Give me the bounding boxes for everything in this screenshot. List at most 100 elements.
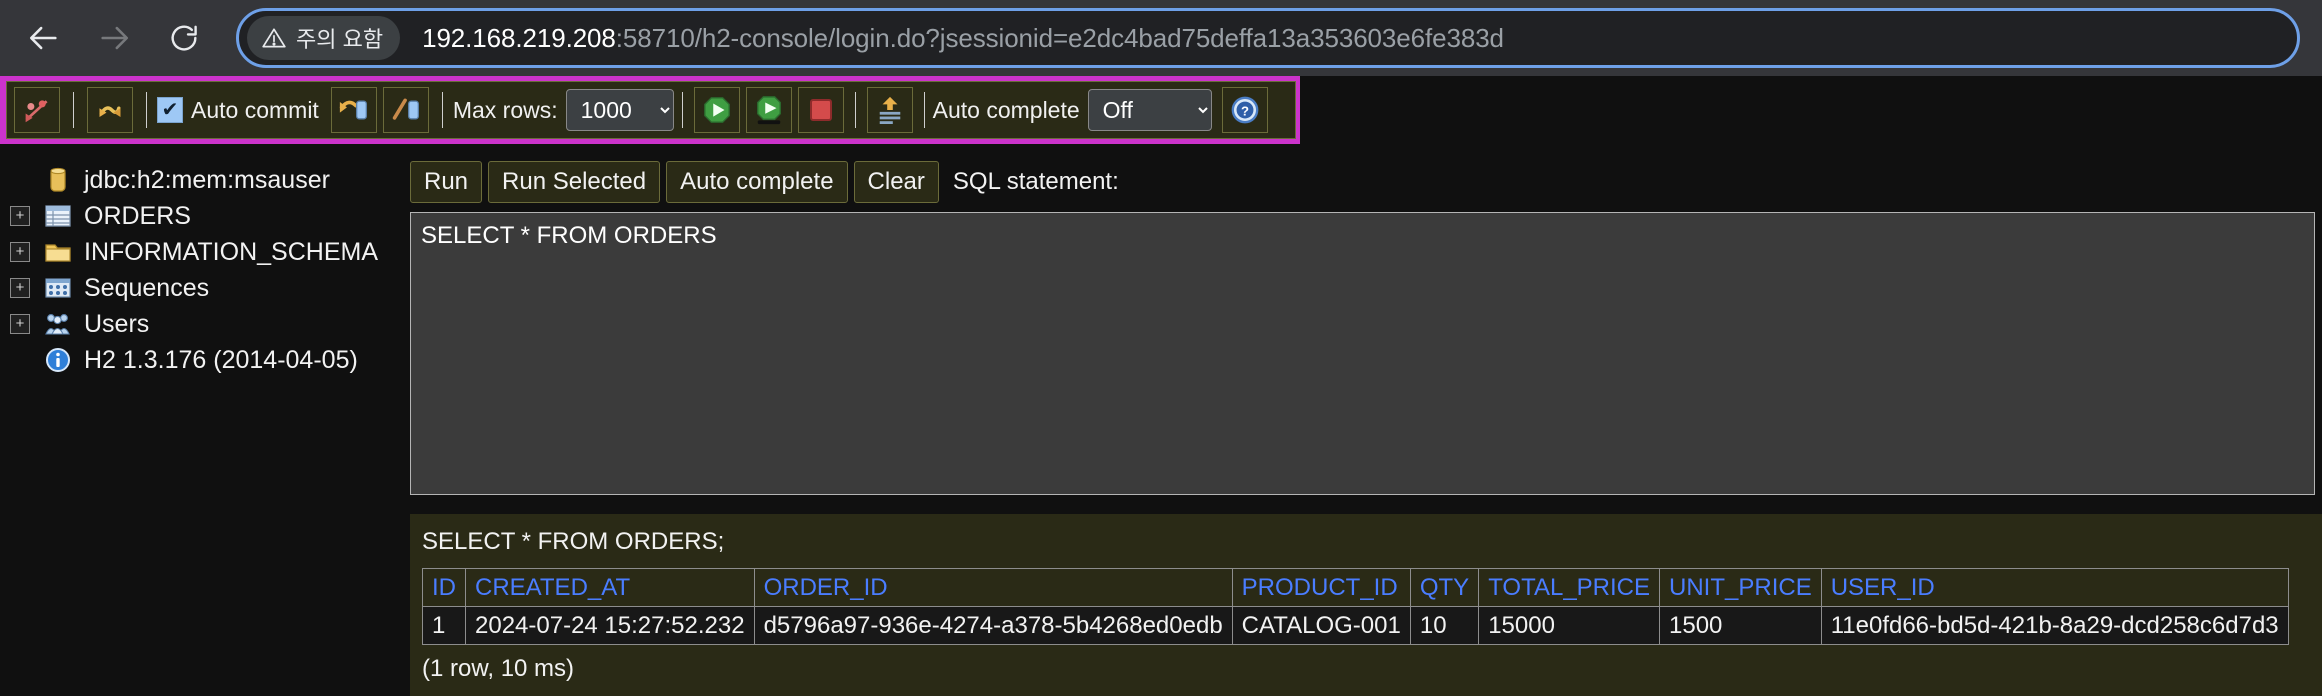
sql-statement-input[interactable] [410,212,2315,495]
run-button[interactable]: Run [410,161,483,203]
users-icon [44,311,72,337]
sidebar-item-sequences[interactable]: + Sequences [0,270,405,306]
cell-order-id: d5796a97-936e-4274-a378-5b4268ed0edb [753,606,1233,645]
run-icon [703,97,730,123]
tree-expander-placeholder [10,350,30,370]
help-button[interactable]: ? [1221,87,1268,133]
commit-button[interactable] [330,87,377,133]
cell-user-id: 11e0fd66-bd5d-421b-8a29-dcd258c6d7d3 [1820,606,2289,645]
security-status-label: 주의 요함 [296,27,384,52]
sql-panel: Run Run Selected Auto complete Clear SQL… [405,144,2322,696]
toolbar-separator-5 [854,92,856,128]
toolbar-separator-4 [681,92,683,128]
auto-complete-select[interactable]: Off [1087,89,1212,131]
result-status: (1 row, 10 ms) [422,655,575,682]
cell-qty: 10 [1409,606,1480,645]
run-selected-toolbar-button[interactable] [745,87,792,133]
max-rows-label: Max rows: [452,96,558,123]
toolbar-separator-3 [441,92,443,128]
sequences-icon [44,275,72,301]
sidebar-item-label: ORDERS [84,201,191,230]
sidebar-item-label: Sequences [84,273,210,302]
url-host: 192.168.219.208 [422,22,616,53]
main-area: jdbc:h2:mem:msauser + ORDERS + INFORMATI… [0,144,2322,696]
refresh-button[interactable] [87,87,133,133]
column-header-total-price[interactable]: TOTAL_PRICE [1478,568,1661,607]
sidebar-item-label: INFORMATION_SCHEMA [84,237,378,266]
tree-expander-information-schema[interactable]: + [10,242,30,262]
table-icon [44,203,72,229]
column-header-id[interactable]: ID [422,568,466,607]
column-header-order-id[interactable]: ORDER_ID [753,568,1233,607]
auto-commit-checkbox[interactable]: ✔ [157,97,183,123]
url-text[interactable]: 192.168.219.208:58710/h2-console/login.d… [422,23,1504,54]
rollback-button[interactable] [382,87,429,133]
sidebar-item-label: H2 1.3.176 (2014-04-05) [84,345,358,374]
clear-output-icon [879,96,900,124]
tree-expander-orders[interactable]: + [10,206,30,226]
result-table: ID CREATED_AT ORDER_ID PRODUCT_ID QTY TO… [422,568,2289,645]
back-button[interactable] [18,12,70,64]
toolbar-separator-1 [73,92,74,128]
toolbar-separator-2 [146,92,147,128]
database-icon [44,167,72,193]
result-query-echo: SELECT * FROM ORDERS; [422,528,725,555]
cell-total-price: 15000 [1478,606,1661,645]
refresh-icon [99,106,121,117]
cell-product-id: CATALOG-001 [1231,606,1411,645]
browser-chrome: 주의 요함 192.168.219.208:58710/h2-console/l… [0,0,2322,76]
help-icon: ? [1231,96,1259,124]
table-header-row: ID CREATED_AT ORDER_ID PRODUCT_ID QTY TO… [422,568,2289,607]
stop-button[interactable] [797,87,844,133]
cell-unit-price: 1500 [1659,606,1822,645]
h2-toolbar-inner: ✔ Auto commit Max rows: 1000 Auto comple… [6,81,1296,139]
sidebar-item-information-schema[interactable]: + INFORMATION_SCHEMA [0,234,405,270]
column-header-user-id[interactable]: USER_ID [1820,568,2289,607]
sidebar-item-label: jdbc:h2:mem:msauser [84,165,330,194]
column-header-created-at[interactable]: CREATED_AT [465,568,755,607]
clear-button[interactable]: Clear [853,161,939,203]
sidebar-item-label: Users [84,309,150,338]
stop-icon [809,99,832,121]
forward-button[interactable] [88,12,140,64]
clear-output-button[interactable] [866,87,913,133]
arrow-left-icon [29,26,57,50]
arrow-right-icon [101,26,129,50]
warning-triangle-icon [262,28,286,48]
result-area: SELECT * FROM ORDERS; ID CREATED_AT ORDE… [410,514,2322,696]
info-icon [44,347,72,373]
tree-expander-users[interactable]: + [10,314,30,334]
toolbar-separator-6 [923,92,925,128]
cell-id: 1 [422,606,466,645]
sidebar-item-connection[interactable]: jdbc:h2:mem:msauser [0,162,405,198]
sidebar-item-users[interactable]: + Users [0,306,405,342]
sql-statement-label: SQL statement: [952,168,1119,195]
auto-complete-button[interactable]: Auto complete [666,161,848,203]
h2-toolbar: ✔ Auto commit Max rows: 1000 Auto comple… [0,76,1300,144]
auto-complete-label: Auto complete [932,96,1080,123]
tree-expander-sequences[interactable]: + [10,278,30,298]
auto-commit-group[interactable]: ✔ Auto commit [157,97,319,124]
table-row: 1 2024-07-24 15:27:52.232 d5796a97-936e-… [422,606,2289,645]
sidebar-item-orders[interactable]: + ORDERS [0,198,405,234]
commit-icon [339,100,367,120]
svg-text:?: ? [1241,104,1249,119]
security-status-chip[interactable]: 주의 요함 [247,16,401,60]
run-selected-icon [756,96,781,125]
disconnect-icon [25,100,48,123]
run-toolbar-button[interactable] [693,87,740,133]
column-header-product-id[interactable]: PRODUCT_ID [1231,568,1411,607]
sidebar-item-version: H2 1.3.176 (2014-04-05) [0,342,405,378]
sql-button-bar: Run Run Selected Auto complete Clear SQL… [410,161,1119,203]
max-rows-select[interactable]: 1000 [565,89,674,131]
run-selected-button[interactable]: Run Selected [488,161,661,203]
address-bar[interactable]: 주의 요함 192.168.219.208:58710/h2-console/l… [236,8,2300,68]
column-header-unit-price[interactable]: UNIT_PRICE [1659,568,1822,607]
column-header-qty[interactable]: QTY [1409,568,1480,607]
rollback-icon [392,98,419,120]
auto-commit-label: Auto commit [191,96,319,123]
cell-created-at: 2024-07-24 15:27:52.232 [465,606,755,645]
reload-button[interactable] [158,12,210,64]
reload-icon [171,25,197,51]
disconnect-button[interactable] [14,87,60,133]
